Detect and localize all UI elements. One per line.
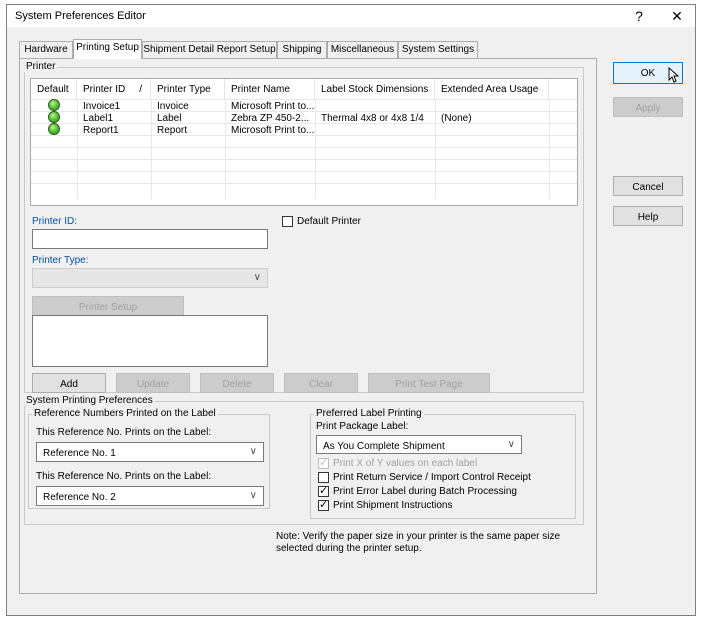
printer-setup-button[interactable]: Printer Setup: [32, 296, 184, 317]
default-printer-checkbox[interactable]: [282, 216, 293, 227]
print-package-value: As You Complete Shipment: [323, 441, 445, 452]
mouse-cursor-icon: [668, 67, 680, 83]
reference-value-1: Reference No. 1: [43, 448, 116, 459]
print-error-label-label: Print Error Label during Batch Processin…: [333, 486, 517, 497]
cell-label-stock: Thermal 4x8 or 4x8 1/4: [321, 113, 424, 124]
default-status-icon: [48, 123, 60, 135]
title-bar: System Preferences Editor ? ✕: [7, 5, 695, 27]
cell-printer-name: Microsoft Print to...: [231, 101, 315, 112]
col-printer-id-label: Printer ID: [83, 84, 126, 95]
default-printer-label: Default Printer: [297, 216, 361, 227]
grid-divider: [31, 183, 577, 184]
cell-printer-name: Zebra ZP 450-2...: [231, 113, 310, 124]
printer-grid[interactable]: Default Printer ID / Printer Type Printer…: [30, 78, 578, 206]
printer-details-textarea[interactable]: [32, 315, 268, 367]
clear-button[interactable]: Clear: [284, 373, 358, 393]
cell-printer-type: Label: [157, 113, 182, 124]
window-title: System Preferences Editor: [15, 10, 146, 22]
reference-group-legend: Reference Numbers Printed on the Label: [32, 408, 218, 419]
grid-divider: [31, 147, 577, 148]
paper-size-note: Note: Verify the paper size in your prin…: [276, 531, 561, 554]
printer-id-label: Printer ID:: [32, 216, 78, 227]
printer-group-legend: Printer: [24, 61, 58, 72]
printing-setup-panel: Printer Default Printer ID / Printer Type…: [19, 58, 597, 594]
grid-divider: [225, 99, 226, 199]
print-package-select[interactable]: As You Complete Shipment ∨: [316, 435, 522, 454]
print-package-label: Print Package Label:: [316, 421, 409, 432]
col-extended-area-usage[interactable]: Extended Area Usage: [435, 79, 549, 99]
grid-divider: [435, 99, 436, 199]
apply-button[interactable]: Apply: [613, 97, 683, 117]
chevron-down-icon: ∨: [507, 439, 515, 450]
grid-divider: [77, 99, 78, 199]
add-button[interactable]: Add: [32, 373, 106, 393]
cell-printer-id: Label1: [83, 113, 114, 124]
col-printer-type[interactable]: Printer Type: [151, 79, 225, 99]
grid-divider: [31, 99, 577, 100]
reference-label-1: This Reference No. Prints on the Label:: [36, 427, 212, 438]
grid-divider: [31, 159, 577, 160]
print-shipment-instructions-label: Print Shipment Instructions: [333, 500, 453, 511]
grid-divider: [31, 171, 577, 172]
reference-select-2[interactable]: Reference No. 2 ∨: [36, 486, 264, 506]
reference-value-2: Reference No. 2: [43, 492, 116, 503]
tab-system-settings[interactable]: System Settings: [398, 41, 478, 59]
cell-printer-id: Report1: [83, 125, 119, 136]
cancel-button[interactable]: Cancel: [613, 176, 683, 196]
grid-divider: [315, 99, 316, 199]
printer-type-label: Printer Type:: [32, 255, 89, 266]
system-preferences-dialog: System Preferences Editor ? ✕ Hardware P…: [6, 4, 696, 616]
print-shipment-instructions-checkbox[interactable]: [318, 498, 329, 511]
print-error-label-checkbox[interactable]: [318, 484, 329, 497]
col-printer-name[interactable]: Printer Name: [225, 79, 315, 99]
cell-printer-type: Invoice: [157, 101, 189, 112]
grid-divider: [151, 99, 152, 199]
print-return-service-label: Print Return Service / Import Control Re…: [333, 472, 531, 483]
system-printing-legend: System Printing Preferences: [24, 395, 155, 406]
tab-miscellaneous[interactable]: Miscellaneous: [327, 41, 398, 59]
preferred-group-legend: Preferred Label Printing: [314, 408, 424, 419]
col-label-stock-dimensions[interactable]: Label Stock Dimensions: [315, 79, 435, 99]
grid-divider: [549, 99, 550, 199]
reference-select-1[interactable]: Reference No. 1 ∨: [36, 442, 264, 462]
print-return-service-checkbox[interactable]: [318, 472, 329, 483]
print-test-page-button[interactable]: Print Test Page: [368, 373, 490, 393]
help-icon[interactable]: ?: [625, 7, 653, 25]
cell-extended-area: (None): [441, 113, 472, 124]
delete-button[interactable]: Delete: [200, 373, 274, 393]
chevron-down-icon: ∨: [249, 446, 257, 457]
cell-printer-id: Invoice1: [83, 101, 121, 112]
tab-shipping[interactable]: Shipping: [277, 41, 327, 59]
sort-indicator-icon: /: [139, 84, 143, 95]
close-icon[interactable]: ✕: [663, 7, 691, 25]
printer-id-input[interactable]: [32, 229, 268, 249]
tab-shipment-detail-report-setup[interactable]: Shipment Detail Report Setup: [142, 41, 277, 59]
col-default[interactable]: Default: [31, 79, 77, 99]
default-status-icon: [48, 99, 60, 111]
chevron-down-icon: ∨: [249, 490, 257, 501]
reference-label-2: This Reference No. Prints on the Label:: [36, 471, 212, 482]
cell-printer-type: Report: [157, 125, 188, 136]
update-button[interactable]: Update: [116, 373, 190, 393]
default-status-icon: [48, 111, 60, 123]
chevron-down-icon: ∨: [253, 272, 261, 283]
help-button[interactable]: Help: [613, 206, 683, 226]
tab-hardware[interactable]: Hardware: [19, 41, 73, 59]
print-x-of-y-label: Print X of Y values on each label: [333, 458, 478, 469]
print-x-of-y-checkbox[interactable]: [318, 456, 329, 469]
cell-printer-name: Microsoft Print to...: [231, 125, 315, 136]
tab-printing-setup[interactable]: Printing Setup: [73, 39, 142, 59]
col-printer-id[interactable]: Printer ID /: [77, 79, 151, 99]
printer-type-select[interactable]: ∨: [32, 268, 268, 288]
